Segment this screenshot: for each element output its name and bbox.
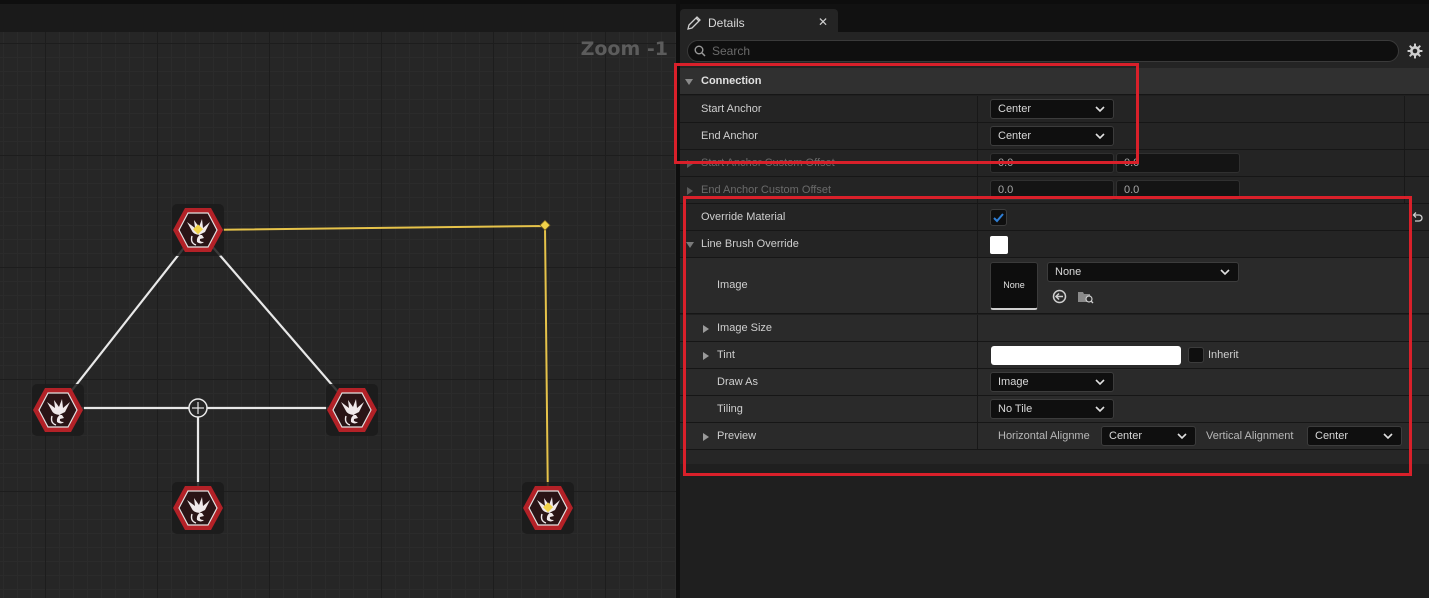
property-draw-as: Draw As Image [680,369,1429,396]
tint-color-swatch[interactable] [991,346,1181,365]
property-tint: Tint Inherit [680,342,1429,369]
image-asset-combo[interactable]: None [1047,262,1239,282]
inherit-checkbox[interactable] [1188,347,1204,363]
tiling-combo[interactable]: No Tile [990,399,1114,419]
property-end-anchor: End Anchor Center [680,123,1429,150]
end-anchor-combo[interactable]: Center [990,126,1114,146]
collapse-arrow-icon[interactable] [685,79,693,85]
magnifier-icon [694,45,706,57]
property-tiling: Tiling No Tile [680,396,1429,423]
image-thumbnail[interactable]: None [990,262,1038,310]
graph-node-left[interactable] [31,383,85,437]
horizontal-alignment-label: Horizontal Alignme [998,430,1090,442]
chevron-down-icon [1383,433,1393,440]
vertical-alignment-label: Vertical Alignment [1206,430,1294,442]
property-label: Start Anchor Custom Offset [701,157,835,169]
search-box[interactable] [687,40,1399,62]
details-panel: Details ✕ Connection [674,0,1429,598]
inherit-label: Inherit [1208,349,1239,361]
category-connection[interactable]: Connection [680,68,1429,95]
reset-arrow-icon[interactable] [1411,211,1423,223]
property-line-brush-override: Line Brush Override [680,231,1429,258]
expand-arrow-icon[interactable] [703,325,709,333]
chevron-down-icon [1095,406,1105,413]
expand-arrow-icon[interactable] [687,160,693,168]
start-anchor-combo[interactable]: Center [990,99,1114,119]
chevron-down-icon [1095,106,1105,113]
property-label: Tint [717,349,735,361]
property-label: Start Anchor [701,103,762,115]
property-label: Line Brush Override [701,238,799,250]
property-image: Image None None [680,258,1429,314]
chevron-down-icon [1095,379,1105,386]
search-row [680,32,1429,68]
property-label: End Anchor [701,130,758,142]
start-offset-y-field[interactable]: 0.0 [1116,153,1240,173]
graph-canvas[interactable]: Zoom -1 [0,0,676,598]
horizontal-alignment-combo[interactable]: Center [1101,426,1196,446]
expand-arrow-icon[interactable] [687,187,693,195]
property-label: Draw As [717,376,758,388]
use-selected-arrow-icon[interactable] [1052,289,1067,304]
chevron-down-icon [1177,433,1187,440]
end-offset-y-field[interactable]: 0.0 [1116,180,1240,200]
property-label: Image [717,279,748,291]
property-start-anchor-custom-offset: Start Anchor Custom Offset 0.0 0.0 [680,150,1429,177]
expand-arrow-icon[interactable] [703,352,709,360]
property-end-anchor-custom-offset: End Anchor Custom Offset 0.0 0.0 [680,177,1429,204]
property-override-material: Override Material [680,204,1429,231]
graph-node-bottom[interactable] [171,481,225,535]
category-footer [680,450,1429,464]
vertical-alignment-combo[interactable]: Center [1307,426,1402,446]
gear-icon[interactable] [1407,43,1423,59]
search-input[interactable] [712,44,1372,58]
line-brush-color-swatch[interactable] [990,236,1008,254]
property-label: Image Size [717,322,773,334]
property-image-size: Image Size [680,315,1429,342]
pencil-icon [687,15,701,30]
browse-folder-icon[interactable] [1077,289,1094,304]
graph-node-right[interactable] [325,383,379,437]
end-offset-x-field[interactable]: 0.0 [990,180,1114,200]
close-icon[interactable]: ✕ [818,15,828,29]
property-label: End Anchor Custom Offset [701,184,832,196]
property-label: Override Material [701,211,786,223]
property-label: Preview [717,430,757,442]
property-start-anchor: Start Anchor Center [680,96,1429,123]
details-tab-bar: Details ✕ [680,0,1429,36]
graph-connections [31,203,575,535]
collapse-arrow-icon[interactable] [686,242,694,248]
checkmark-icon [993,213,1004,223]
property-label: Tiling [717,403,743,415]
draw-as-combo[interactable]: Image [990,372,1114,392]
category-label: Connection [701,75,762,87]
override-material-checkbox[interactable] [990,209,1007,226]
chevron-down-icon [1220,269,1230,276]
expand-arrow-icon[interactable] [703,433,709,441]
start-offset-x-field[interactable]: 0.0 [990,153,1114,173]
property-preview: Preview Horizontal Alignme Center Vertic… [680,423,1429,450]
tab-title: Details [708,15,745,30]
chevron-down-icon [1095,133,1105,140]
